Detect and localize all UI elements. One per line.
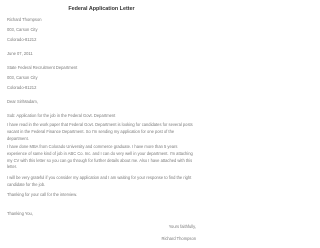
sender-name: Richard Thompson — [7, 17, 42, 22]
sender-city: Colorado-81212 — [7, 37, 37, 42]
signature-name: Richard Thompson — [161, 236, 196, 241]
recipient-address: 003, Carson City — [7, 75, 38, 80]
body-paragraph-2: I have done MBA from Colorado University… — [7, 144, 193, 170]
closing-line: Yours faithfully, — [168, 224, 196, 229]
body-paragraph-1: I have read in the work paper that Feder… — [7, 122, 193, 141]
subject-line: Sub: Application for the job in the Fede… — [7, 113, 116, 118]
letter-page: Federal Application Letter Richard Thomp… — [0, 0, 203, 248]
letter-title: Federal Application Letter — [68, 6, 135, 12]
letter-date: June 07, 2011 — [7, 51, 33, 56]
body-paragraph-3: I will be very grateful if you consider … — [7, 175, 192, 187]
body-paragraph-4: Thanking for your call for the interview… — [7, 192, 78, 197]
thanks-line: Thanking You, — [7, 211, 33, 216]
recipient-city: Colorado-81212 — [7, 85, 37, 90]
recipient-org: State Federal Recruitment Department — [7, 65, 78, 70]
sender-address: 003, Carson City — [7, 27, 38, 32]
salutation: Dear Sir/Madam, — [7, 99, 38, 104]
